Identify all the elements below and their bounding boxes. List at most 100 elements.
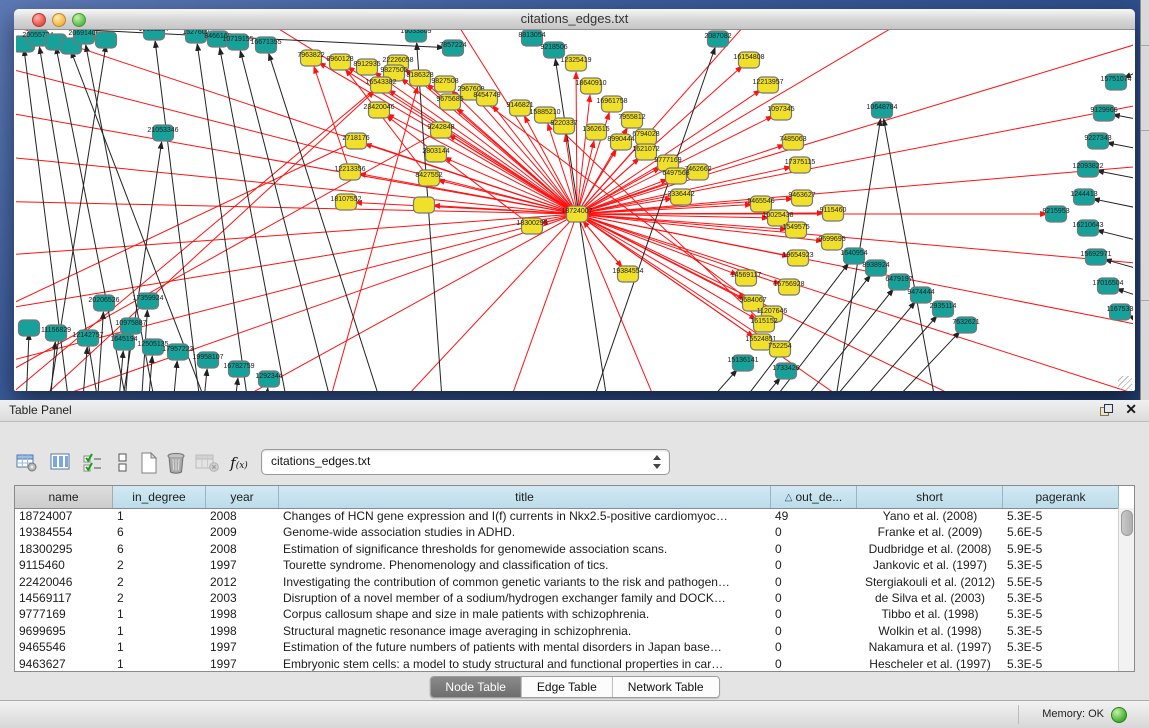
table-row[interactable]: 1830029562008Estimation of significance … [15, 541, 1119, 557]
graph-node[interactable]: 9115460 [820, 205, 847, 221]
tab-network-table[interactable]: Network Table [613, 677, 719, 697]
graph-node[interactable]: 18107552 [330, 194, 361, 210]
delete-column-icon[interactable] [164, 450, 190, 476]
graph-node[interactable]: 8220337 [550, 118, 577, 134]
graph-node[interactable]: 9463627 [788, 190, 815, 206]
graph-node[interactable]: 19958107 [192, 352, 223, 368]
graph-node[interactable]: 15136141 [727, 355, 758, 371]
graph-node[interactable]: 15756928 [773, 279, 804, 295]
graph-node[interactable]: 12213356 [334, 164, 365, 180]
graph-node[interactable]: 16961758 [596, 96, 627, 112]
graph-node[interactable]: 19384554 [612, 266, 643, 282]
table-row[interactable]: 1938455462009Genome-wide association stu… [15, 524, 1119, 540]
table-settings-icon[interactable] [14, 450, 40, 476]
graph-node[interactable]: 16154808 [733, 52, 764, 68]
network-canvas[interactable]: 1872400779638228960128891293522226058982… [16, 30, 1133, 391]
graph-node[interactable]: 8912935 [353, 59, 380, 75]
graph-node[interactable]: 8960128 [326, 54, 353, 70]
graph-node[interactable]: 2087082 [704, 31, 731, 47]
table-row[interactable]: 911546021997Tourette syndrome. Phenomeno… [15, 557, 1119, 573]
graph-node[interactable]: 8454749 [473, 90, 500, 106]
graph-node[interactable]: 16543382 [365, 77, 396, 93]
graph-node[interactable] [96, 32, 117, 48]
graph-node[interactable]: 1615152 [750, 316, 777, 332]
collapsed-panel-edge[interactable] [1140, 0, 1149, 400]
graph-node[interactable]: 7485063 [779, 134, 806, 150]
window-resize-grip[interactable] [1118, 376, 1132, 390]
graph-node[interactable]: 18640910 [575, 78, 606, 94]
graph-node[interactable]: 16671355 [250, 37, 281, 53]
graph-node[interactable]: 8427552 [415, 170, 442, 186]
graph-node[interactable]: 15751074 [1100, 74, 1131, 90]
table-row[interactable]: 977716911998Corpus callosum shape and si… [15, 606, 1119, 622]
graph-node[interactable]: 10653287 [138, 30, 169, 40]
graph-node[interactable]: 12093822 [1072, 161, 1103, 177]
graph-node[interactable] [19, 320, 40, 336]
column-header-pagerank[interactable]: pagerank [1003, 486, 1119, 508]
graph-node[interactable]: 9675685 [436, 94, 463, 110]
graph-node[interactable]: 752254 [768, 341, 791, 357]
graph-node[interactable]: 1167533 [1107, 304, 1133, 320]
graph-node[interactable]: 9218506 [540, 42, 567, 58]
graph-node[interactable]: 12213957 [752, 77, 783, 93]
table-row[interactable]: 946362711997Embryonic stem cells: a mode… [15, 656, 1119, 671]
select-columns-icon[interactable] [80, 450, 106, 476]
row-height-icon[interactable] [110, 450, 136, 476]
column-header-year[interactable]: year [206, 486, 279, 508]
graph-node[interactable]: 6497568 [662, 168, 689, 184]
table-row[interactable]: 1872400712008Changes of HCN gene express… [15, 508, 1119, 524]
graph-node[interactable]: 1733426 [772, 363, 799, 379]
graph-node[interactable]: 7632621 [952, 317, 979, 333]
graph-node[interactable]: 2718176 [342, 133, 369, 149]
graph-node[interactable]: 7857224 [439, 40, 466, 56]
memory-ok-indicator-icon[interactable] [1111, 707, 1127, 723]
float-panel-icon[interactable] [1100, 404, 1113, 416]
graph-node[interactable]: 2935114 [930, 301, 957, 317]
graph-node[interactable]: 15692971 [1080, 249, 1111, 265]
graph-node[interactable]: 8990444 [607, 134, 634, 150]
graph-node[interactable]: 9474444 [907, 287, 934, 303]
graph-node[interactable]: 9129966 [1090, 105, 1117, 121]
graph-node[interactable]: 10975887 [115, 318, 146, 334]
graph-node[interactable]: 1097345 [767, 104, 794, 120]
column-header-name[interactable]: name [15, 486, 113, 508]
graph-node[interactable]: 12325419 [560, 55, 591, 71]
table-row[interactable]: 1456911722003Disruption of a novel membe… [15, 590, 1119, 606]
graph-node[interactable]: 16210643 [1072, 220, 1103, 236]
graph-node[interactable]: 7963822 [297, 50, 324, 66]
graph-node[interactable]: 14569117 [731, 270, 762, 286]
graph-node[interactable]: 8186328 [406, 70, 433, 86]
vertical-scrollbar[interactable] [1118, 508, 1134, 671]
scrollbar-thumb[interactable] [1121, 510, 1133, 536]
graph-node[interactable]: 9227343 [1084, 133, 1111, 149]
graph-node[interactable]: 1549575 [782, 222, 809, 238]
function-builder-icon[interactable]: f(x) [226, 450, 252, 476]
graph-node[interactable]: 10719155 [222, 34, 253, 50]
table-row[interactable]: 946554611997Estimation of the future num… [15, 639, 1119, 655]
graph-node[interactable]: 1645194 [110, 334, 137, 350]
graph-node[interactable]: 8215953 [1042, 206, 1069, 222]
network-view-window[interactable]: citations_edges.txt 18724007796382289601… [14, 9, 1135, 391]
graph-node[interactable]: 2803144 [422, 146, 449, 162]
graph-node[interactable]: 10648784 [866, 102, 897, 118]
window-titlebar[interactable]: citations_edges.txt [14, 9, 1135, 30]
graph-node[interactable]: 9699695 [818, 234, 845, 250]
graph-node[interactable]: 8938924 [862, 260, 889, 276]
column-header-in-degree[interactable]: in_degree [113, 486, 206, 508]
graph-node[interactable]: 19654923 [782, 250, 813, 266]
table-row[interactable]: 969969511998Structural magnetic resonanc… [15, 623, 1119, 639]
graph-node[interactable]: 17016504 [1092, 278, 1123, 294]
graph-node[interactable]: 16033809 [400, 30, 431, 42]
graph-node[interactable]: 20206526 [88, 295, 119, 311]
graph-node[interactable]: 2336442 [667, 189, 694, 205]
citation-graph[interactable]: 1872400779638228960128891293522226058982… [16, 30, 1133, 391]
table-row[interactable]: 2242004622012Investigating the contribut… [15, 574, 1119, 590]
column-header-short[interactable]: short [857, 486, 1003, 508]
graph-node[interactable]: 9827508 [431, 76, 458, 92]
graph-node[interactable]: 9242848 [427, 122, 454, 138]
column-header-title[interactable]: title [279, 486, 771, 508]
graph-node[interactable]: 16782759 [223, 361, 254, 377]
graph-node[interactable]: 11156829 [41, 325, 71, 341]
graph-node[interactable]: 1362615 [582, 124, 609, 140]
show-columns-icon[interactable] [48, 450, 74, 476]
